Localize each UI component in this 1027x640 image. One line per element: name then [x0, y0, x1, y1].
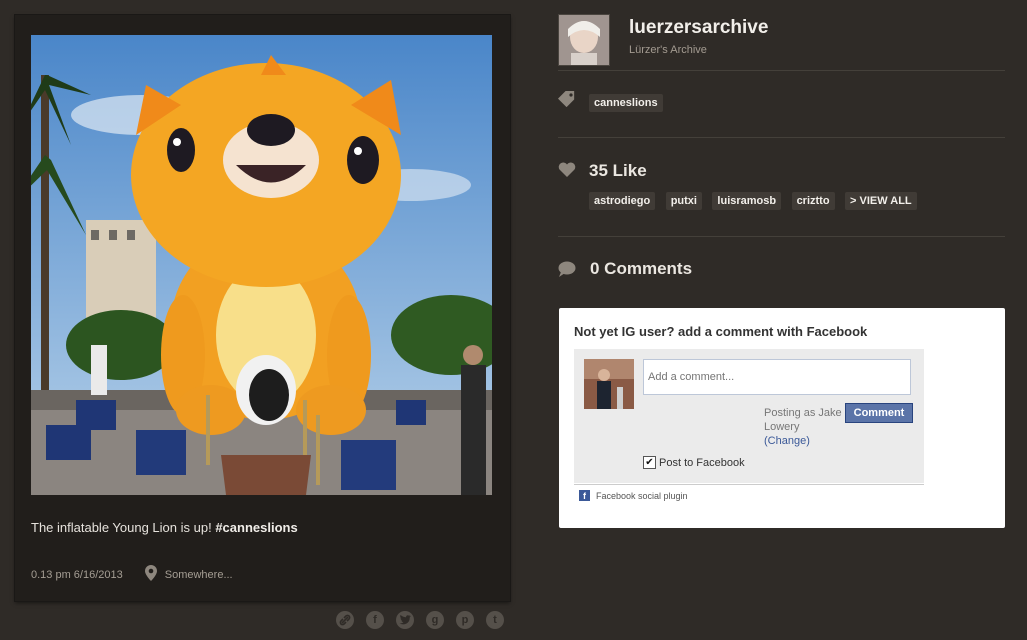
liker-pill[interactable]: astrodiego [589, 192, 656, 210]
heart-icon[interactable] [558, 162, 576, 183]
liker-pill[interactable]: putxi [665, 192, 702, 210]
facebook-icon[interactable]: f [366, 611, 384, 629]
facebook-comment-input[interactable] [643, 359, 911, 395]
tags-section: canneslions [558, 71, 1005, 137]
facebook-plugin-label[interactable]: Facebook social plugin [596, 491, 688, 501]
profile-header: luerzersarchive Lürzer's Archive [558, 14, 1005, 70]
post-details: luerzersarchive Lürzer's Archive cannesl… [558, 14, 1005, 309]
post-meta: 0.13 pm 6/16/2013 Somewhere... [31, 565, 233, 584]
likes-count: 35 Like [589, 161, 647, 180]
liker-pill[interactable]: luisramosb [712, 192, 782, 210]
post-photo[interactable] [31, 35, 492, 495]
post-caption: The inflatable Young Lion is up! #cannes… [31, 520, 298, 535]
tag-pill[interactable]: canneslions [589, 94, 663, 112]
caption-text: The inflatable Young Lion is up! [31, 520, 216, 535]
post-to-facebook-checkbox[interactable]: ✔ [643, 456, 656, 469]
avatar[interactable] [558, 14, 610, 66]
facebook-comment-box: Not yet IG user? add a comment with Face… [559, 308, 1005, 528]
facebook-logo-icon: f [579, 490, 590, 501]
share-icons-row: f g p t [336, 611, 504, 629]
twitter-icon[interactable] [396, 611, 414, 629]
username[interactable]: luerzersarchive [629, 17, 768, 39]
tumblr-icon[interactable]: t [486, 611, 504, 629]
facebook-posting-as: Posting as Jake Lowery (Change) [764, 406, 849, 448]
caption-hashtag[interactable]: #canneslions [215, 520, 297, 535]
full-name: Lürzer's Archive [629, 44, 707, 56]
photo-card: The inflatable Young Lion is up! #cannes… [15, 15, 510, 601]
comments-count: 0 Comments [590, 259, 693, 278]
facebook-comment-panel: Posting as Jake Lowery (Change) Comment … [574, 349, 924, 483]
facebook-user-avatar [584, 359, 634, 409]
comments-section: 0 Comments [558, 237, 1005, 309]
view-all-likes-button[interactable]: > VIEW ALL [845, 192, 917, 210]
liker-pill[interactable]: criztto [791, 192, 835, 210]
likers-list: astrodiego putxi luisramosb criztto > VI… [589, 191, 923, 210]
divider [574, 484, 924, 485]
post-to-facebook-option: ✔ Post to Facebook [643, 456, 745, 469]
post-timestamp: 0.13 pm 6/16/2013 [31, 568, 123, 581]
change-account-link[interactable]: (Change) [764, 435, 810, 447]
comment-button[interactable]: Comment [845, 403, 913, 423]
inflatable-lion-photo [31, 35, 492, 495]
post-location[interactable]: Somewhere... [165, 569, 233, 581]
location-pin-icon [144, 565, 157, 584]
pinterest-icon[interactable]: p [456, 611, 474, 629]
comment-bubble-icon [558, 261, 576, 282]
link-icon[interactable] [336, 611, 354, 629]
facebook-comment-heading: Not yet IG user? add a comment with Face… [574, 324, 868, 339]
google-plus-icon[interactable]: g [426, 611, 444, 629]
post-to-facebook-label: Post to Facebook [659, 456, 745, 469]
posting-as-text: Posting as Jake Lowery [764, 407, 842, 433]
facebook-plugin-footer: f Facebook social plugin [579, 490, 688, 501]
likes-section: 35 Like astrodiego putxi luisramosb criz… [558, 138, 1005, 236]
tag-icon [558, 91, 576, 112]
